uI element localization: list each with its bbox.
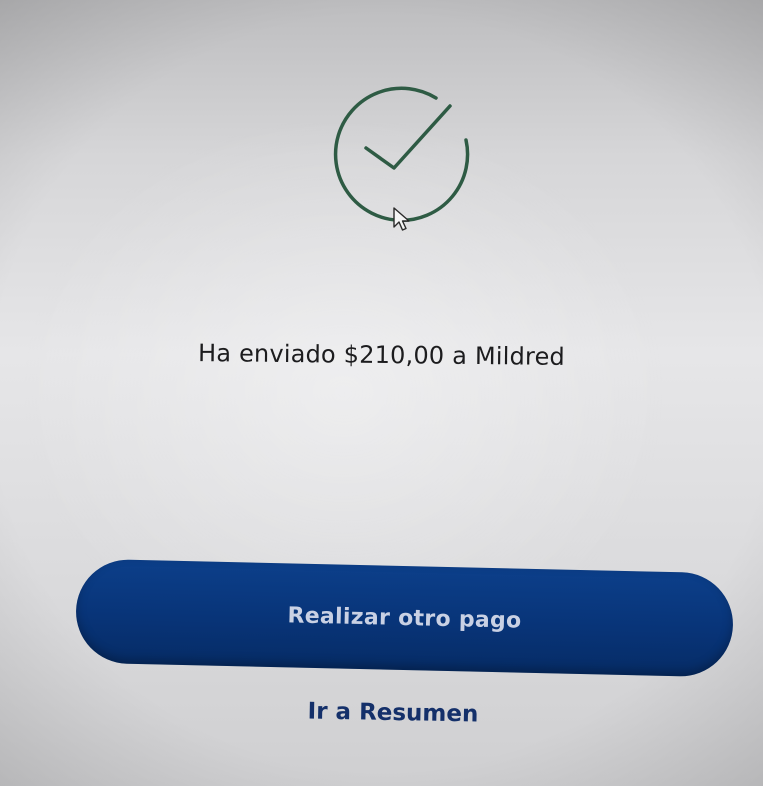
- make-another-payment-button[interactable]: Realizar otro pago: [74, 558, 735, 678]
- make-another-payment-label: Realizar otro pago: [287, 602, 522, 634]
- payment-confirmation-message: Ha enviado $210,00 a Mildred: [197, 339, 566, 371]
- mouse-cursor-icon: [393, 207, 410, 231]
- go-to-summary-link[interactable]: Ir a Resumen: [0, 693, 763, 733]
- check-circle-icon: [333, 86, 470, 223]
